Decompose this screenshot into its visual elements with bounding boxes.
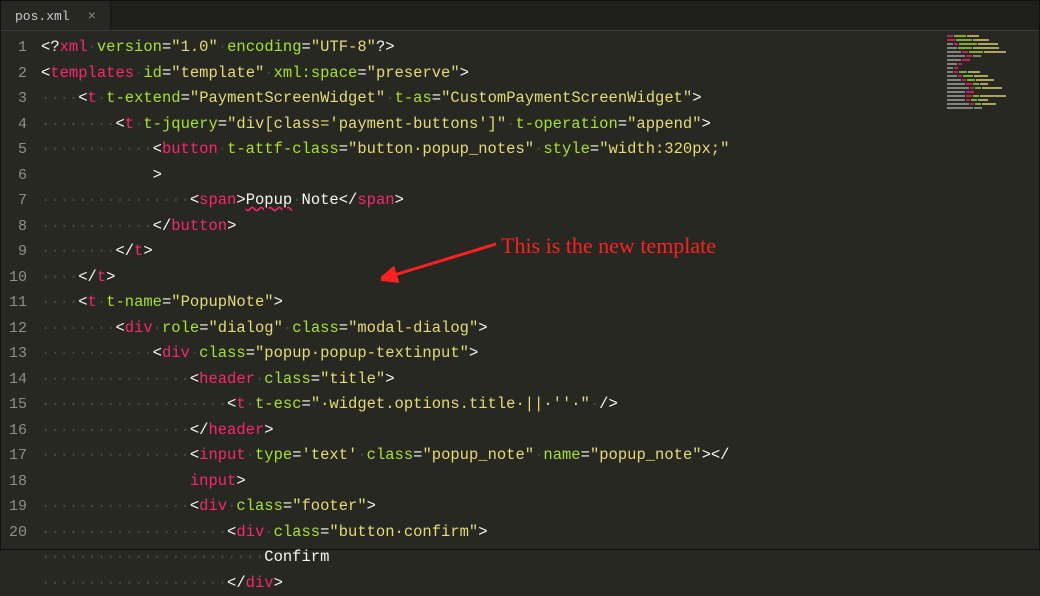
tab-bar: pos.xml ×: [1, 1, 1039, 31]
code-line: ····················<div·class="button·c…: [41, 520, 1039, 546]
line-number-gutter: 1234567891011121314151617181920: [1, 31, 41, 549]
code-line: ················<input·type='text'·class…: [41, 443, 1039, 494]
code-line: ················</header>: [41, 418, 1039, 444]
code-line: ····················</div>: [41, 571, 1039, 596]
line-number: 5: [9, 137, 27, 163]
line-number: 11: [9, 290, 27, 316]
code-line: <templates·id="template"·xml:space="pres…: [41, 61, 1039, 87]
code-line: ················<header·class="title">: [41, 367, 1039, 393]
line-number: 10: [9, 265, 27, 291]
line-number: 8: [9, 214, 27, 240]
line-number: 6: [9, 163, 27, 189]
line-number: 17: [9, 443, 27, 469]
line-number: 19: [9, 494, 27, 520]
code-line: ················<span>Popup·Note</span>: [41, 188, 1039, 214]
code-line: ····<t·t-extend="PaymentScreenWidget"·t-…: [41, 86, 1039, 112]
line-number: 3: [9, 86, 27, 112]
line-number: 14: [9, 367, 27, 393]
line-number: 20: [9, 520, 27, 546]
code-line: ····</t>: [41, 265, 1039, 291]
code-line: ············<button·t-attf-class="button…: [41, 137, 1039, 188]
file-tab[interactable]: pos.xml ×: [1, 1, 111, 30]
line-number: 4: [9, 112, 27, 138]
code-line: ········<t·t-jquery="div[class='payment-…: [41, 112, 1039, 138]
line-number: 13: [9, 341, 27, 367]
code-line: ········<div·role="dialog"·class="modal-…: [41, 316, 1039, 342]
code-area[interactable]: <?xml·version="1.0"·encoding="UTF-8"?><t…: [41, 31, 1039, 549]
editor[interactable]: 1234567891011121314151617181920 <?xml·ve…: [1, 31, 1039, 549]
line-number: 7: [9, 188, 27, 214]
line-number: 12: [9, 316, 27, 342]
line-number: 18: [9, 469, 27, 495]
code-line: ················<div·class="footer">: [41, 494, 1039, 520]
code-line: ············<div·class="popup·popup-text…: [41, 341, 1039, 367]
code-line: <?xml·version="1.0"·encoding="UTF-8"?>: [41, 35, 1039, 61]
line-number: 16: [9, 418, 27, 444]
code-line: ····················<t·t-esc="·widget.op…: [41, 392, 1039, 418]
line-number: 1: [9, 35, 27, 61]
tab-title: pos.xml: [15, 9, 70, 24]
line-number: 9: [9, 239, 27, 265]
code-line: ········</t>: [41, 239, 1039, 265]
code-line: ························Confirm: [41, 545, 1039, 571]
line-number: 15: [9, 392, 27, 418]
minimap[interactable]: [947, 35, 1035, 115]
line-number: 2: [9, 61, 27, 87]
close-icon[interactable]: ×: [88, 9, 96, 25]
code-line: ····<t·t-name="PopupNote">: [41, 290, 1039, 316]
code-line: ············</button>: [41, 214, 1039, 240]
